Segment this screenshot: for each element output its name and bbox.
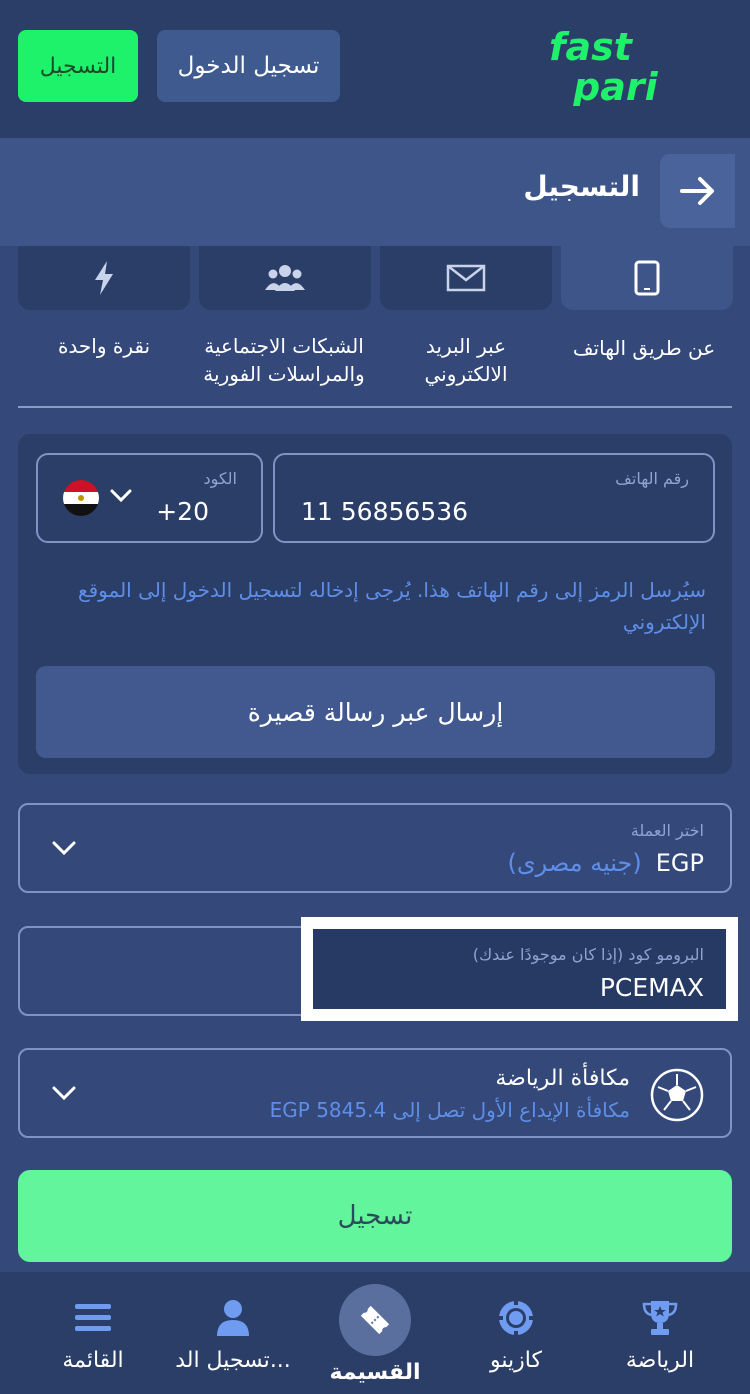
chevron-down-icon (110, 489, 132, 503)
bonus-subtitle: مكافأة الإيداع الأول تصل إلى 5845.4 EGP (269, 1098, 630, 1122)
ticket-icon (360, 1305, 390, 1335)
nav-coupon-label: القسيمة (329, 1360, 421, 1385)
method-tab-email[interactable] (380, 246, 552, 310)
method-tab-phone[interactable] (561, 246, 733, 310)
method-label-phone: عن طريق الهاتف (572, 336, 716, 360)
currency-name: (جنيه مصرى) (507, 849, 642, 877)
fastpari-logo[interactable]: fast pari (545, 26, 715, 106)
page-header: التسجيل (0, 138, 750, 246)
method-label-email-line1: عبر البريد (425, 334, 507, 358)
nav-coupon[interactable]: القسيمة (300, 1272, 450, 1394)
method-tab-social[interactable] (199, 246, 371, 310)
promo-label: البرومو كود (إذا كان موجودًا عندك) (472, 945, 704, 964)
method-label-email-line2: الالكتروني (424, 362, 508, 386)
method-label-social-line1: الشبكات الاجتماعية (204, 334, 364, 358)
promo-code-field[interactable]: البرومو كود (إذا كان موجودًا عندك) PCEMA… (301, 917, 738, 1021)
chevron-down-icon (52, 841, 76, 856)
divider (18, 406, 732, 408)
nav-casino-label: كازينو (490, 1348, 542, 1373)
nav-menu[interactable]: القائمة (18, 1272, 168, 1394)
sms-hint-text: سيُرسل الرمز إلى رقم الهاتف هذا. يُرجى إ… (77, 578, 706, 634)
country-code-select[interactable]: الكود +20 (36, 453, 263, 543)
bonus-select[interactable]: مكافأة الرياضة مكافأة الإيداع الأول تصل … (18, 1048, 732, 1138)
method-tab-one-click[interactable] (18, 246, 190, 310)
method-label-social-line2: والمراسلات الفورية (203, 362, 365, 386)
arrow-right-icon (679, 177, 714, 205)
phone-number-label: رقم الهاتف (615, 469, 689, 488)
method-label-social: الشبكات الاجتماعية والمراسلات الفورية (194, 332, 374, 388)
nav-login-label: تسجيل الد... (175, 1348, 291, 1373)
chevron-down-icon (52, 1086, 76, 1101)
currency-select[interactable]: اختر العملة (جنيه مصرى) EGP (18, 803, 732, 893)
currency-code: EGP (655, 849, 704, 877)
login-button[interactable]: تسجيل الدخول (157, 30, 340, 102)
nav-login[interactable]: تسجيل الد... (158, 1272, 308, 1394)
logo-text-fast: fast (549, 26, 634, 69)
nav-sports-label: الرياضة (625, 1348, 695, 1373)
users-icon (265, 265, 305, 291)
nav-sports[interactable]: الرياضة (585, 1272, 735, 1394)
method-label-email: عبر البريد الالكتروني (376, 332, 556, 388)
method-label-one-click: نقرة واحدة (57, 334, 151, 358)
phone-number-field[interactable]: رقم الهاتف 11 56856536 (273, 453, 715, 543)
currency-value: (جنيه مصرى) EGP (508, 849, 705, 877)
back-button[interactable] (660, 154, 735, 228)
code-value: +20 (156, 497, 209, 526)
phone-icon (634, 260, 660, 296)
casino-chip-icon (498, 1300, 534, 1336)
lightning-icon (95, 261, 113, 295)
promo-value: PCEMAX (599, 973, 704, 1002)
currency-label: اختر العملة (630, 821, 704, 840)
trophy-icon (642, 1301, 678, 1335)
egypt-flag-icon (63, 480, 99, 516)
submit-register-button[interactable]: تسجيل (18, 1170, 732, 1262)
user-icon (217, 1300, 249, 1336)
phone-number-value: 11 56856536 (301, 497, 469, 526)
send-sms-button[interactable]: إرسال عبر رسالة قصيرة (36, 666, 715, 758)
register-button[interactable]: التسجيل (18, 30, 138, 102)
bottom-nav: الرياضة كازينو القسيمة تسجيل الد... القا… (0, 1272, 750, 1394)
logo-text-pari: pari (572, 65, 659, 106)
top-bar: التسجيل تسجيل الدخول fast pari (0, 0, 750, 138)
menu-icon (75, 1304, 111, 1331)
code-label: الكود (203, 469, 237, 488)
mail-icon (446, 264, 486, 292)
football-icon (650, 1068, 704, 1122)
page-title: التسجيل (523, 170, 640, 203)
nav-casino[interactable]: كازينو (441, 1272, 591, 1394)
bonus-title: مكافأة الرياضة (495, 1066, 630, 1091)
nav-menu-label: القائمة (62, 1348, 124, 1373)
